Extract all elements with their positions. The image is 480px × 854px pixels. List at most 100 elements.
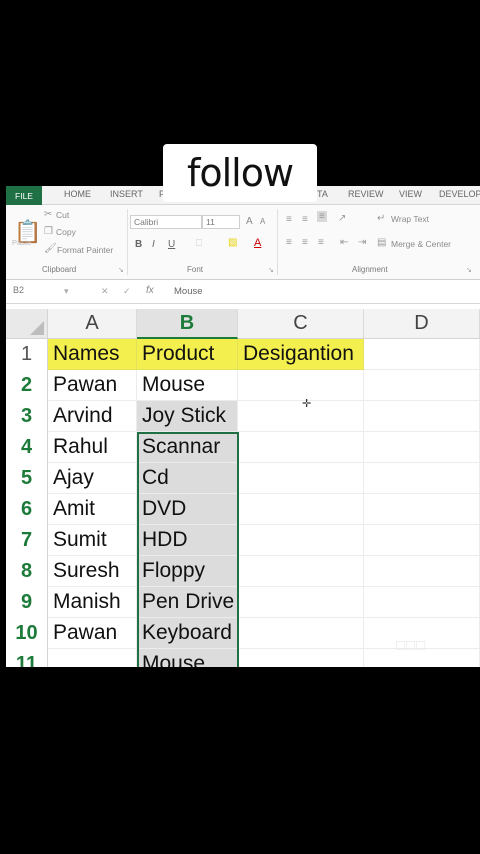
cancel-icon[interactable]: ✕ [101,286,109,297]
align-middle-icon[interactable]: ≡ [302,214,308,225]
cell-a1[interactable]: Names [48,339,137,370]
cell-c7[interactable] [238,525,364,556]
cell-a8[interactable]: Suresh [48,556,137,587]
cell-a11[interactable] [48,649,137,667]
grow-font-button[interactable]: A [246,216,253,227]
formula-bar: B2 ▾ ✕ ✓ fx Mouse [6,280,480,304]
cell-d3[interactable] [364,401,480,432]
row-header[interactable]: 3 [6,401,48,432]
cell-a9[interactable]: Manish [48,587,137,618]
font-size-field[interactable]: 11 [202,215,240,229]
clipboard-launcher-icon[interactable]: ↘ [118,266,124,274]
column-header-b[interactable]: B [137,309,238,339]
tab-data[interactable]: TA [317,189,328,199]
tab-developer[interactable]: DEVELOP [439,189,480,199]
cell-b9[interactable]: Pen Drive [137,587,238,618]
cell-a7[interactable]: Sumit [48,525,137,556]
font-name-field[interactable]: Calibri [130,215,202,229]
tab-home[interactable]: HOME [64,189,91,199]
tab-view[interactable]: VIEW [399,189,422,199]
cell-d2[interactable] [364,370,480,401]
cell-b7[interactable]: HDD [137,525,238,556]
cell-a5[interactable]: Ajay [48,463,137,494]
cell-d5[interactable] [364,463,480,494]
cell-c9[interactable] [238,587,364,618]
cell-b2[interactable]: Mouse [137,370,238,401]
align-left-icon[interactable]: ≡ [286,237,292,248]
row-header[interactable]: 6 [6,494,48,525]
row-header[interactable]: 5 [6,463,48,494]
cell-a6[interactable]: Amit [48,494,137,525]
cell-d1[interactable] [364,339,480,370]
cell-d6[interactable] [364,494,480,525]
align-right-icon[interactable]: ≡ [318,237,324,248]
cut-button[interactable]: Cut [56,210,69,220]
cell-b3[interactable]: Joy Stick [137,401,238,432]
orientation-icon[interactable]: ↗ [338,213,346,224]
row-header[interactable]: 1 [6,339,48,370]
underline-button[interactable]: U [168,239,175,250]
row-header[interactable]: 7 [6,525,48,556]
row-header[interactable]: 11 [6,649,48,667]
align-center-icon[interactable]: ≡ [302,237,308,248]
column-header-d[interactable]: D [364,309,480,339]
cell-b4[interactable]: Scannar [137,432,238,463]
cell-c4[interactable] [238,432,364,463]
italic-button[interactable]: I [152,239,155,250]
select-all-button[interactable] [6,309,48,339]
cell-a4[interactable]: Rahul [48,432,137,463]
insert-function-icon[interactable]: fx [146,285,154,296]
shrink-font-button[interactable]: A [260,217,265,226]
decrease-indent-icon[interactable]: ⇤ [340,237,348,248]
alignment-launcher-icon[interactable]: ↘ [466,266,472,274]
format-painter-button[interactable]: Format Painter [57,245,113,255]
bold-button[interactable]: B [135,239,142,250]
borders-icon[interactable]: ⎕ [196,238,202,249]
name-box-dropdown-icon[interactable]: ▾ [64,286,69,297]
cell-c5[interactable] [238,463,364,494]
column-header-c[interactable]: C [238,309,364,339]
cell-c2[interactable] [238,370,364,401]
enter-icon[interactable]: ✓ [123,286,131,297]
cell-a2[interactable]: Pawan [48,370,137,401]
name-box[interactable]: B2 [10,285,70,300]
formula-input[interactable]: Mouse [174,286,203,297]
tab-review[interactable]: REVIEW [348,189,384,199]
cell-b5[interactable]: Cd [137,463,238,494]
cell-c1[interactable]: Desigantion [238,339,364,370]
cell-b8[interactable]: Floppy [137,556,238,587]
cell-d7[interactable] [364,525,480,556]
row-header[interactable]: 8 [6,556,48,587]
cell-c10[interactable] [238,618,364,649]
tab-insert[interactable]: INSERT [110,189,143,199]
font-color-button[interactable]: A [254,237,261,249]
cell-b11[interactable]: Mouse [137,649,238,667]
cell-c6[interactable] [238,494,364,525]
copy-button[interactable]: Copy [56,227,76,237]
fill-color-icon[interactable]: ▧ [228,237,237,248]
cell-a10[interactable]: Pawan [48,618,137,649]
row-header[interactable]: 4 [6,432,48,463]
cell-d9[interactable] [364,587,480,618]
align-bottom-icon[interactable]: ≡ [317,211,327,222]
merge-center-button[interactable]: Merge & Center [391,239,451,249]
increase-indent-icon[interactable]: ⇥ [358,237,366,248]
row-header[interactable]: 9 [6,587,48,618]
row-header[interactable]: 2 [6,370,48,401]
cell-a3[interactable]: Arvind [48,401,137,432]
row-header[interactable]: 10 [6,618,48,649]
wrap-text-button[interactable]: Wrap Text [391,214,429,224]
tab-file[interactable]: FILE [6,186,42,205]
cell-c8[interactable] [238,556,364,587]
column-header-a[interactable]: A [48,309,137,339]
cell-b1[interactable]: Product [137,339,238,370]
cell-c3[interactable] [238,401,364,432]
cell-b6[interactable]: DVD [137,494,238,525]
cell-c11[interactable] [238,649,364,667]
ribbon-divider [277,209,278,275]
align-top-icon[interactable]: ≡ [286,214,292,225]
cell-d4[interactable] [364,432,480,463]
font-launcher-icon[interactable]: ↘ [268,266,274,274]
cell-b10[interactable]: Keyboard [137,618,238,649]
cell-d8[interactable] [364,556,480,587]
